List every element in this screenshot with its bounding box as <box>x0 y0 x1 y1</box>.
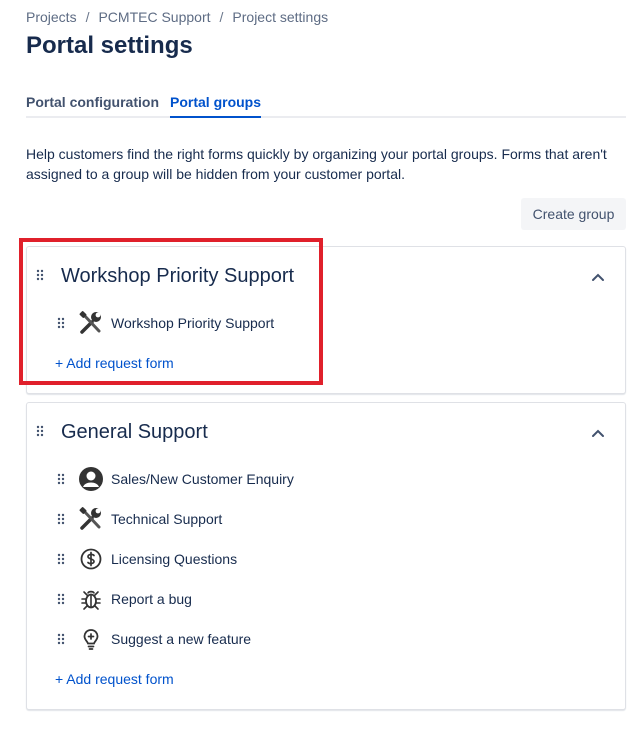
tab-bar: Portal configuration Portal groups <box>26 94 626 118</box>
request-form-label: Technical Support <box>111 511 223 527</box>
add-request-form-link[interactable]: + Add request form <box>55 355 174 371</box>
chevron-up-icon[interactable] <box>591 425 605 437</box>
tab-portal-groups[interactable]: Portal groups <box>170 94 262 118</box>
breadcrumb-separator: / <box>219 9 224 25</box>
breadcrumb-project[interactable]: PCMTEC Support <box>98 9 210 25</box>
group-title: Workshop Priority Support <box>61 265 295 287</box>
tab-portal-configuration[interactable]: Portal configuration <box>26 94 159 116</box>
group-title: General Support <box>61 421 208 443</box>
breadcrumb: Projects / PCMTEC Support / Project sett… <box>26 9 328 25</box>
bug-icon <box>78 586 104 612</box>
breadcrumb-projects[interactable]: Projects <box>26 9 77 25</box>
chevron-up-icon[interactable] <box>591 269 605 281</box>
dollar-icon <box>78 546 104 572</box>
request-form-label: Suggest a new feature <box>111 631 252 647</box>
portal-group-workshop: Workshop Priority Support Workshop Prior… <box>26 246 626 394</box>
drag-handle-icon[interactable] <box>57 317 65 329</box>
add-request-form-link[interactable]: + Add request form <box>55 671 174 687</box>
page-title: Portal settings <box>26 32 193 59</box>
breadcrumb-separator: / <box>85 9 90 25</box>
request-form-item[interactable]: Sales/New Customer Enquiry <box>57 465 577 493</box>
drag-handle-icon[interactable] <box>36 269 44 281</box>
drag-handle-icon[interactable] <box>36 425 44 437</box>
tools-icon <box>78 506 104 532</box>
request-form-item[interactable]: Suggest a new feature <box>57 625 577 653</box>
request-form-item[interactable]: Workshop Priority Support <box>57 309 577 337</box>
request-form-label: Report a bug <box>111 591 192 607</box>
request-form-item[interactable]: Report a bug <box>57 585 577 613</box>
drag-handle-icon[interactable] <box>57 593 65 605</box>
breadcrumb-project-settings[interactable]: Project settings <box>232 9 328 25</box>
request-form-label: Licensing Questions <box>111 551 238 567</box>
request-form-item[interactable]: Technical Support <box>57 505 577 533</box>
request-form-label: Workshop Priority Support <box>111 315 275 331</box>
tools-icon <box>78 310 104 336</box>
drag-handle-icon[interactable] <box>57 513 65 525</box>
portal-groups-description: Help customers find the right forms quic… <box>26 146 607 182</box>
drag-handle-icon[interactable] <box>57 553 65 565</box>
create-group-button[interactable]: Create group <box>521 198 626 230</box>
portal-group-general: General Support Sales/New Customer Enqui… <box>26 402 626 710</box>
request-form-label: Sales/New Customer Enquiry <box>111 471 294 487</box>
drag-handle-icon[interactable] <box>57 473 65 485</box>
user-avatar-icon <box>78 466 104 492</box>
drag-handle-icon[interactable] <box>57 633 65 645</box>
lightbulb-icon <box>78 626 104 652</box>
request-form-item[interactable]: Licensing Questions <box>57 545 577 573</box>
